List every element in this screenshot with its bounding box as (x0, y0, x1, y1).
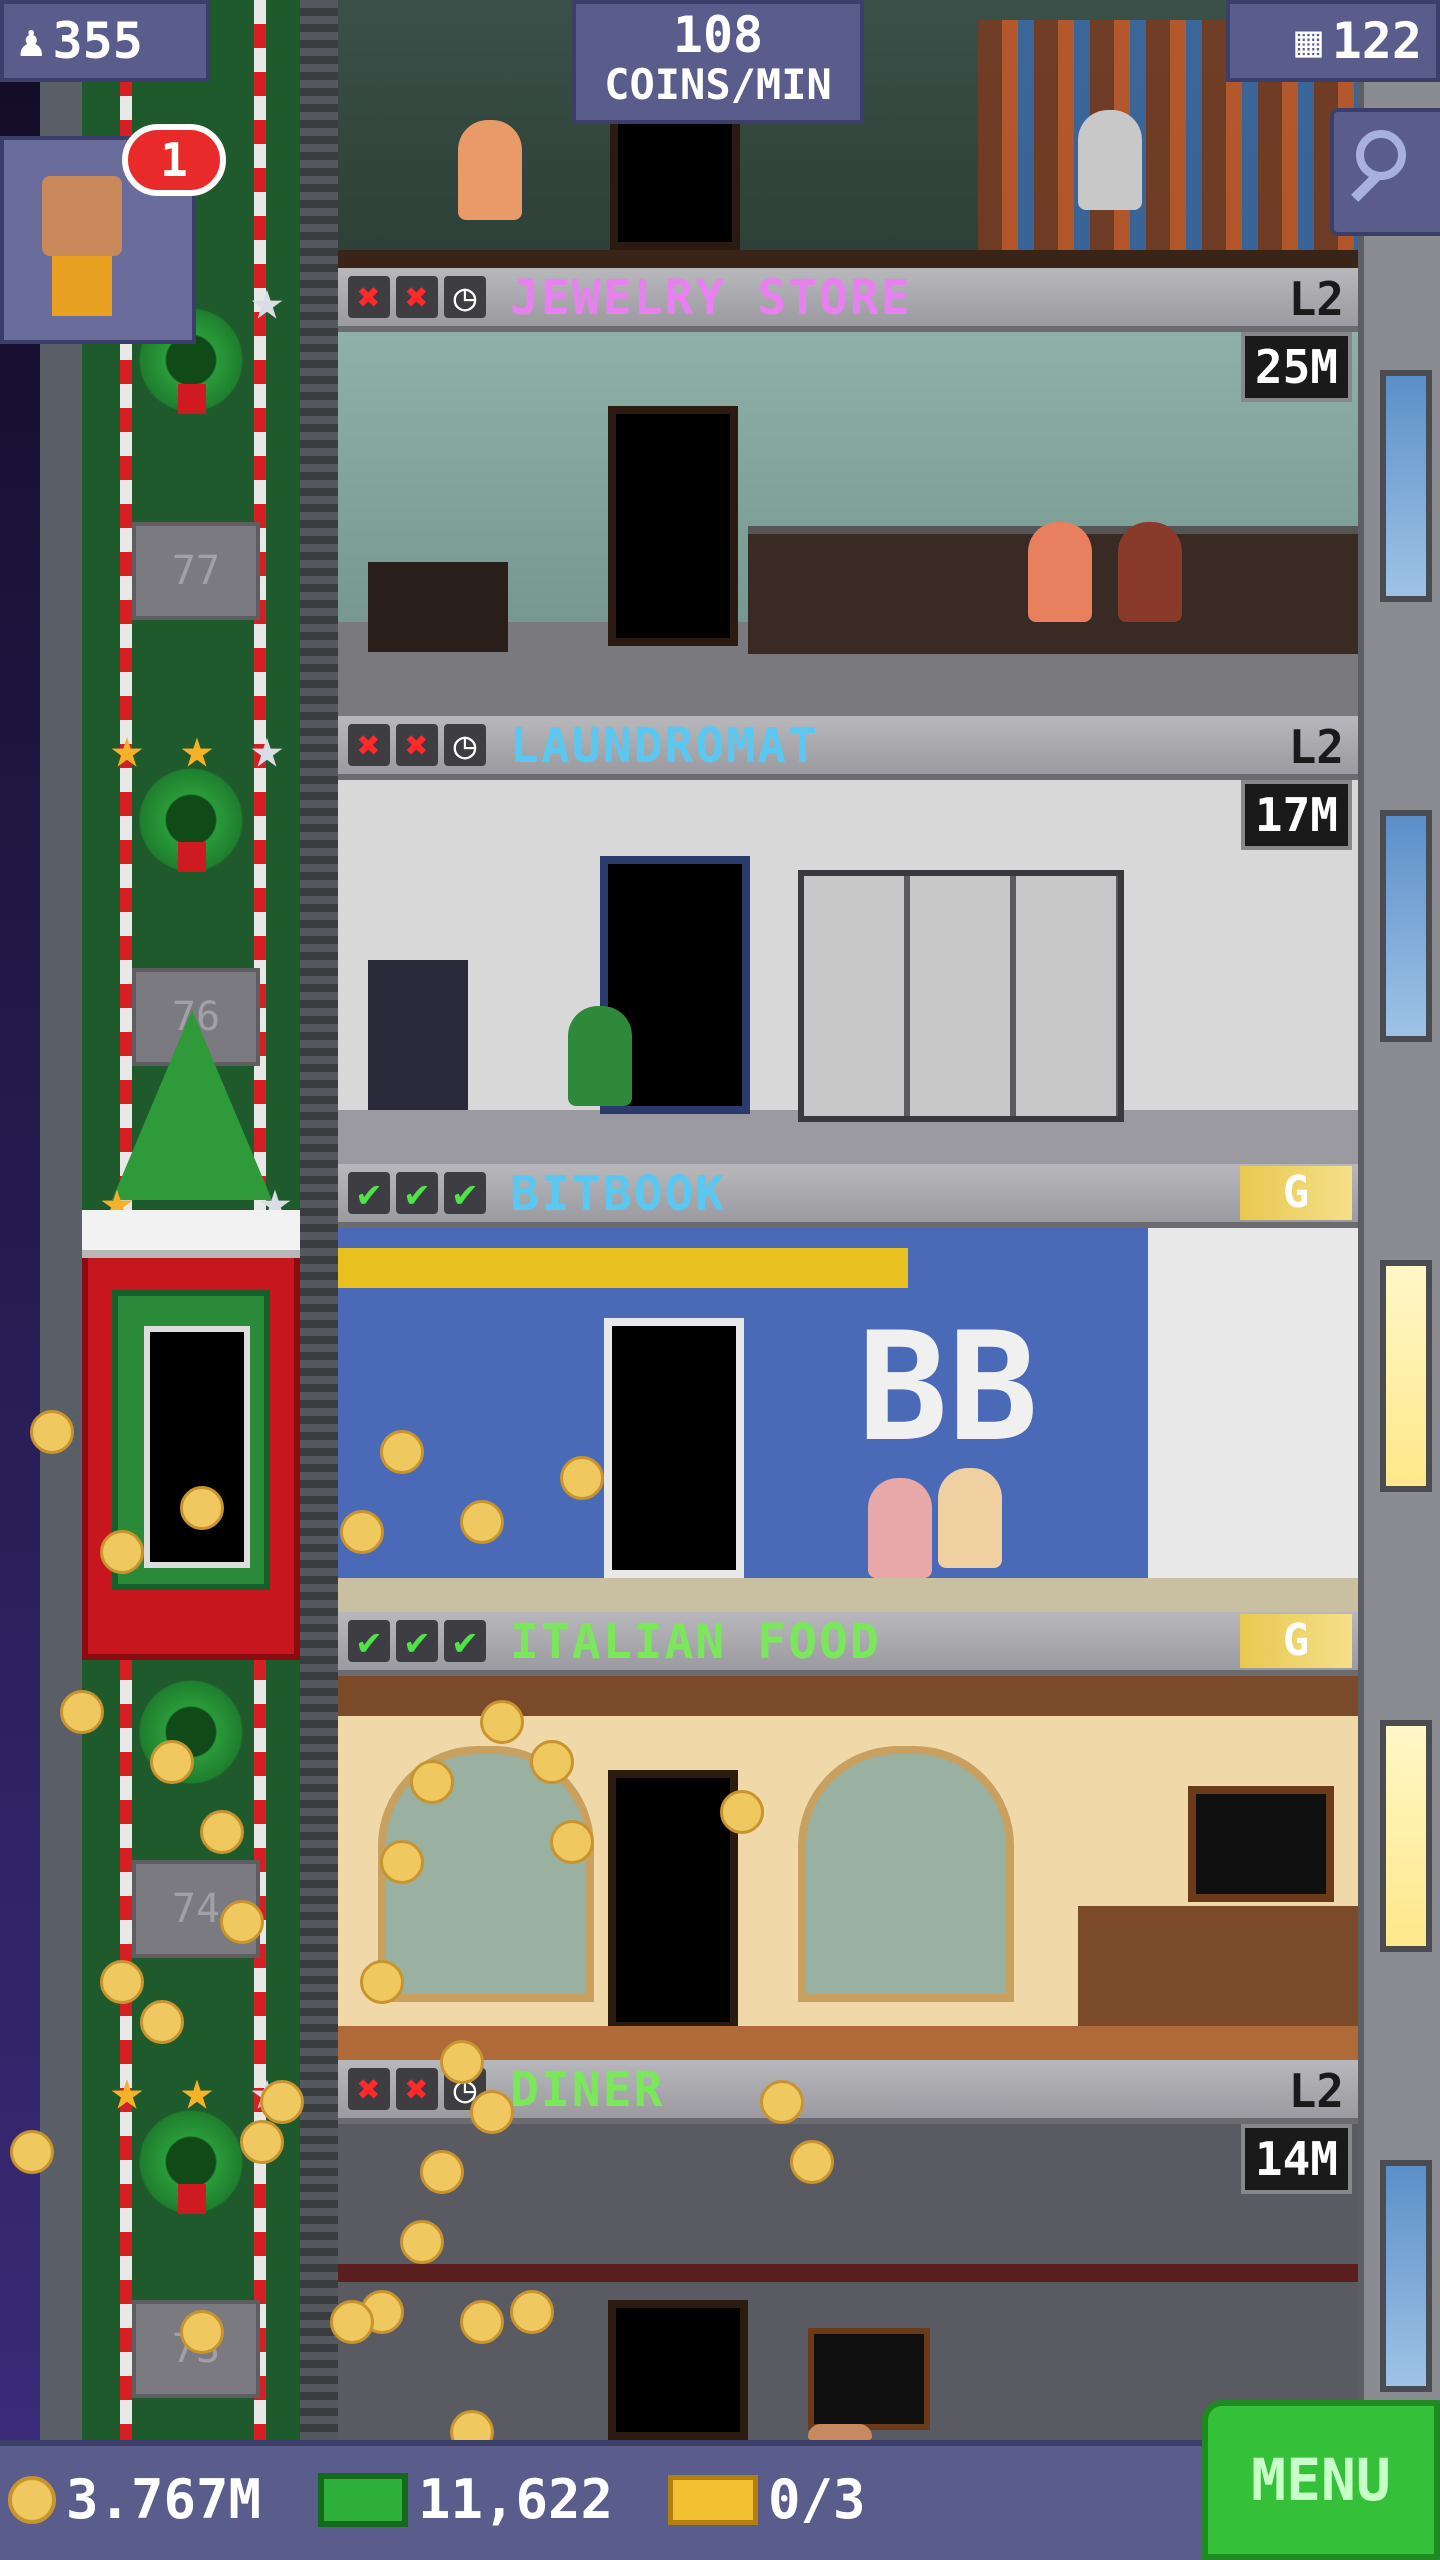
star-icon: ★ (110, 2058, 144, 2123)
clock-icon: ◷ (444, 276, 486, 318)
coins-per-minute-label: COINS/MIN (604, 60, 832, 109)
check-icon: ✔ (396, 1172, 438, 1214)
coins-per-minute: 108 COINS/MIN (572, 0, 864, 124)
tower-window (1380, 2160, 1432, 2392)
clock-icon: ◷ (444, 724, 486, 766)
shaft-floor-number: 77 (132, 522, 260, 620)
menu-button[interactable]: MENU (1202, 2400, 1440, 2560)
floor-header: ✔ ✔ ✔ BITBOOK G (338, 1164, 1358, 1228)
resident-avatar[interactable] (1078, 110, 1142, 210)
shaft-rail (300, 0, 338, 2440)
floor-door (608, 406, 738, 646)
notification-badge: 1 (122, 124, 226, 196)
gold-badge-icon[interactable]: G (1240, 1166, 1352, 1220)
floor-timer: 14M (1240, 2124, 1352, 2194)
resident-avatar[interactable] (1118, 522, 1182, 622)
floor-door (604, 1318, 744, 1578)
x-icon: ✖ (396, 276, 438, 318)
floor-name: BITBOOK (510, 1166, 727, 1222)
population-counter[interactable]: ♟ 355 (0, 0, 210, 82)
floor-name: JEWELRY STORE (510, 270, 912, 326)
tower-outer-wall (40, 0, 86, 2440)
bux-balance[interactable]: 11,622 (318, 2468, 613, 2531)
bitbook-sign: BB (857, 1301, 1039, 1475)
floor-door (608, 1770, 738, 2030)
resident-avatar[interactable] (868, 1478, 932, 1578)
floor-door (610, 110, 740, 250)
wreath-decoration (128, 1672, 254, 1792)
floor-name: LAUNDROMAT (510, 718, 819, 774)
floor-counter[interactable]: ▦ 122 (1226, 0, 1440, 82)
avatar (42, 176, 122, 256)
elevator-roof-snow (82, 1210, 300, 1258)
tower-window (1380, 1260, 1432, 1492)
room-diner (338, 2124, 1358, 2440)
check-icon: ✔ (348, 1172, 390, 1214)
coin-icon (8, 2475, 56, 2524)
check-icon: ✔ (444, 1172, 486, 1214)
gold-badge-icon[interactable]: G (1240, 1614, 1352, 1668)
check-icon: ✔ (444, 1620, 486, 1662)
floor-laundromat[interactable]: ✖ ✖ ◷ LAUNDROMAT L2 17M (338, 716, 1358, 1164)
coins-value: 3.767M (66, 2468, 262, 2531)
floor-timer: 25M (1240, 332, 1352, 402)
bow-decoration (178, 2184, 206, 2214)
building-icon: ▦ (1295, 15, 1322, 67)
x-icon: ✖ (396, 724, 438, 766)
person-icon: ♟ (18, 15, 45, 67)
x-icon: ✖ (348, 2068, 390, 2110)
bux-value: 11,622 (418, 2468, 614, 2531)
floor-level: L2 (1288, 2064, 1344, 2118)
bow-decoration (178, 384, 206, 414)
floor-header: ✔ ✔ ✔ ITALIAN FOOD G (338, 1612, 1358, 1676)
floor-level: L2 (1288, 272, 1344, 326)
golden-ticket-icon (668, 2474, 758, 2525)
bow-decoration (178, 842, 206, 872)
coins-balance[interactable]: 3.767M (8, 2468, 261, 2531)
floor-name: DINER (510, 2062, 665, 2118)
tower-window (1380, 1720, 1432, 1952)
floor-door (608, 2300, 748, 2440)
floor-jewelry-store[interactable]: ✖ ✖ ◷ JEWELRY STORE L2 25M (338, 268, 1358, 716)
tower-window (1380, 810, 1432, 1042)
floor-count-value: 122 (1331, 12, 1422, 70)
check-icon: ✔ (348, 1620, 390, 1662)
coins-per-minute-value: 108 (672, 6, 764, 64)
room-jewelry-store (338, 332, 1358, 716)
resident-avatar[interactable] (1028, 522, 1092, 622)
resident-avatar[interactable] (938, 1468, 1002, 1568)
floor-header: ✖ ✖ ◷ JEWELRY STORE L2 (338, 268, 1358, 332)
tower-window (1380, 370, 1432, 602)
search-button[interactable] (1330, 108, 1440, 236)
tower-right-wall (1358, 0, 1440, 2440)
population-value: 355 (52, 12, 143, 70)
resident-avatar[interactable] (808, 2424, 872, 2440)
bux-icon (318, 2472, 408, 2527)
floor-name: ITALIAN FOOD (510, 1614, 881, 1670)
night-sky (0, 0, 40, 2440)
golden-tickets[interactable]: 0/3 (668, 2468, 866, 2531)
floor-bitbook[interactable]: ✔ ✔ ✔ BITBOOK G BB (338, 1164, 1358, 1612)
resident-avatar[interactable] (458, 120, 522, 220)
floor-timer: 17M (1240, 780, 1352, 850)
room-bitbook: BB (338, 1228, 1358, 1612)
resident-avatar[interactable] (568, 1006, 632, 1106)
star-icon: ★ (110, 716, 144, 781)
floor-header: ✖ ✖ ◷ LAUNDROMAT L2 (338, 716, 1358, 780)
x-icon: ✖ (348, 724, 390, 766)
magnifier-icon (1356, 130, 1406, 180)
tickets-value: 0/3 (768, 2468, 866, 2531)
star-icon: ★ (250, 716, 284, 781)
x-icon: ✖ (396, 2068, 438, 2110)
floor-italian-food[interactable]: ✔ ✔ ✔ ITALIAN FOOD G (338, 1612, 1358, 2060)
star-icon: ★ (250, 268, 284, 333)
room-laundromat (338, 780, 1358, 1164)
x-icon: ✖ (348, 276, 390, 318)
floor-level: L2 (1288, 720, 1344, 774)
check-icon: ✔ (396, 1620, 438, 1662)
